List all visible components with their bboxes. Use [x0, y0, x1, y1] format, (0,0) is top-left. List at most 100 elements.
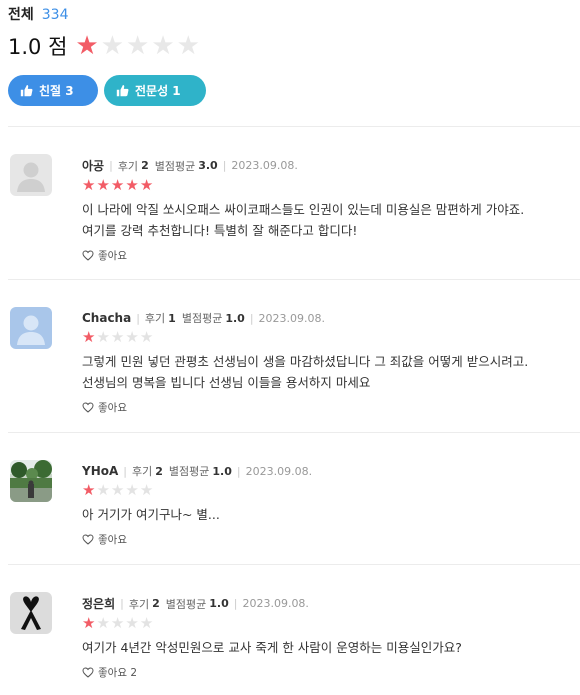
review-item: YHoA | 후기 2 별점평균 1.0 | 2023.09.08. ★ ★ ★ ★ ★ 아… — [8, 433, 580, 565]
review-stars: ★ ★ ★ ★ ★ — [82, 330, 580, 345]
avg-label: 별점평균 — [165, 597, 207, 611]
divider: | — [120, 597, 124, 610]
avatar[interactable] — [10, 307, 52, 349]
avatar[interactable] — [10, 460, 52, 502]
divider: | — [123, 464, 127, 478]
review-date: 2023.09.08. — [258, 311, 326, 325]
avg-label: 별점평균 — [168, 465, 210, 478]
like-button[interactable]: 좋아요 — [82, 532, 580, 547]
review-meta: 아공 | 후기 2 별점평균 3.0 | 2023.09.08. — [82, 157, 580, 174]
star-icon: ★ — [110, 328, 125, 346]
review-item: Chacha | 후기 1 별점평균 1.0 | 2023.09.08. ★ ★ ★ ★ ★… — [8, 280, 580, 433]
star-icon: ★ — [139, 481, 154, 499]
review-text-line: 선생님의 명복을 빕니다 선생님 이들을 용서하지 마세요 — [82, 375, 371, 390]
divider: | — [233, 597, 238, 610]
total-line: 전체 334 — [8, 4, 572, 24]
nickname[interactable]: Chacha — [82, 311, 131, 325]
star-icon: ★ — [125, 328, 139, 346]
review-count-label: 후기 — [128, 597, 150, 611]
review-date: 2023.09.08. — [231, 159, 298, 172]
star-icon: ★ — [96, 614, 110, 632]
review-text: 여기가 4년간 악성민원으로 교사 죽게 한 사람이 운영하는 미용실인가요? — [82, 637, 580, 658]
review-count-label: 후기 — [131, 465, 153, 478]
star-icon: ★ — [126, 31, 150, 61]
divider: | — [109, 159, 113, 172]
review-stars: ★ ★ ★ ★ ★ — [82, 616, 580, 631]
star-icon: ★ — [96, 176, 110, 194]
review-body: 아공 | 후기 2 별점평균 3.0 | 2023.09.08. ★ ★ ★ ★ ★ 이 나… — [82, 157, 580, 263]
avg-label: 별점평균 — [181, 312, 223, 325]
keyword-chips: 친절 3 전문성 1 — [8, 75, 572, 106]
kindness-chip[interactable]: 친절 3 — [8, 75, 98, 106]
star-icon: ★ — [139, 614, 154, 632]
nickname[interactable]: 정은희 — [82, 595, 115, 612]
average-score: 1.0 점 — [8, 35, 68, 59]
star-icon: ★ — [125, 176, 139, 194]
review-stars: ★ ★ ★ ★ ★ — [82, 178, 580, 193]
star-icon: ★ — [82, 481, 96, 499]
rating-summary: 전체 334 1.0 점 ★ ★ ★ ★ ★ 친절 3 전문성 1 — [8, 0, 572, 106]
review-meta: YHoA | 후기 2 별점평균 1.0 | 2023.09.08. — [82, 463, 580, 479]
star-icon: ★ — [82, 176, 96, 194]
review-count: 1 — [168, 311, 176, 325]
avatar[interactable] — [10, 592, 52, 634]
review-meta: Chacha | 후기 1 별점평균 1.0 | 2023.09.08. — [82, 310, 580, 326]
review-date: 2023.09.08. — [242, 597, 309, 610]
star-icon: ★ — [110, 614, 125, 632]
review-text-line: 여기를 강력 추천합니다! 특별히 잘 해준다고 합디다! — [82, 223, 358, 238]
review-count: 2 — [152, 597, 160, 610]
review-meta: 정은희 | 후기 2 별점평균 1.0 | 2023.09.08. — [82, 595, 580, 612]
like-label: 좋아요 — [98, 250, 127, 262]
review-page: 전체 334 1.0 점 ★ ★ ★ ★ ★ 친절 3 전문성 1 아공 | 후… — [0, 0, 580, 695]
star-icon: ★ — [151, 31, 175, 61]
review-count: 2 — [155, 464, 163, 478]
review-text: 이 나라에 악질 쏘시오패스 싸이코패스들도 인권이 있는데 미용실은 맘편하게… — [82, 199, 580, 241]
review-count-label: 후기 — [144, 312, 166, 325]
review-text: 아 거기가 여기구나~ 별... — [82, 504, 580, 525]
review-text-line: 이 나라에 악질 쏘시오패스 싸이코패스들도 인권이 있는데 미용실은 맘편하게… — [82, 202, 525, 217]
star-icon: ★ — [96, 481, 110, 499]
review-body: 정은희 | 후기 2 별점평균 1.0 | 2023.09.08. ★ ★ ★ ★ ★ 여기… — [82, 595, 580, 680]
review-count: 2 — [141, 159, 149, 172]
like-label: 좋아요 2 — [98, 667, 137, 679]
heart-icon — [82, 534, 94, 545]
divider: | — [249, 311, 254, 325]
review-count-label: 후기 — [117, 159, 139, 173]
avg-value: 1.0 — [209, 597, 229, 610]
like-label: 좋아요 — [98, 402, 127, 414]
star-icon: ★ — [82, 328, 96, 346]
review-body: YHoA | 후기 2 별점평균 1.0 | 2023.09.08. ★ ★ ★ ★ ★ 아… — [82, 463, 580, 547]
star-icon: ★ — [96, 328, 110, 346]
star-icon: ★ — [125, 614, 139, 632]
star-icon: ★ — [75, 31, 99, 61]
chip-label: 전문성 1 — [135, 84, 181, 98]
average-stars: ★ ★ ★ ★ ★ — [75, 33, 200, 59]
star-icon: ★ — [176, 31, 200, 61]
total-label: 전체 — [8, 7, 34, 23]
nickname[interactable]: YHoA — [82, 464, 118, 478]
avatar[interactable] — [10, 154, 52, 196]
total-count: 334 — [41, 7, 69, 23]
avg-value: 1.0 — [212, 464, 232, 478]
review-text-line: 여기가 4년간 악성민원으로 교사 죽게 한 사람이 운영하는 미용실인가요? — [82, 640, 462, 655]
star-icon: ★ — [110, 176, 125, 194]
star-icon: ★ — [139, 328, 154, 346]
review-stars: ★ ★ ★ ★ ★ — [82, 483, 580, 498]
star-icon: ★ — [110, 481, 125, 499]
star-icon: ★ — [100, 31, 125, 61]
expertise-chip[interactable]: 전문성 1 — [104, 75, 206, 106]
like-button[interactable]: 좋아요 2 — [82, 665, 580, 680]
review-text-line: 그렇게 민원 넣던 관평초 선생님이 생을 마감하셨답니다 그 죄값을 어떻게 … — [82, 354, 529, 369]
avg-value: 1.0 — [225, 311, 245, 325]
like-button[interactable]: 좋아요 — [82, 400, 580, 415]
review-item: 아공 | 후기 2 별점평균 3.0 | 2023.09.08. ★ ★ ★ ★ ★ 이 나… — [8, 127, 580, 280]
like-button[interactable]: 좋아요 — [82, 248, 580, 263]
review-body: Chacha | 후기 1 별점평균 1.0 | 2023.09.08. ★ ★ ★ ★ ★… — [82, 310, 580, 415]
thumbs-up-icon — [116, 84, 129, 97]
avg-label: 별점평균 — [154, 159, 196, 173]
score-line: 1.0 점 ★ ★ ★ ★ ★ — [8, 31, 572, 61]
chip-label: 친절 3 — [39, 84, 74, 98]
nickname[interactable]: 아공 — [82, 157, 104, 174]
divider: | — [236, 464, 241, 478]
star-icon: ★ — [82, 614, 96, 632]
